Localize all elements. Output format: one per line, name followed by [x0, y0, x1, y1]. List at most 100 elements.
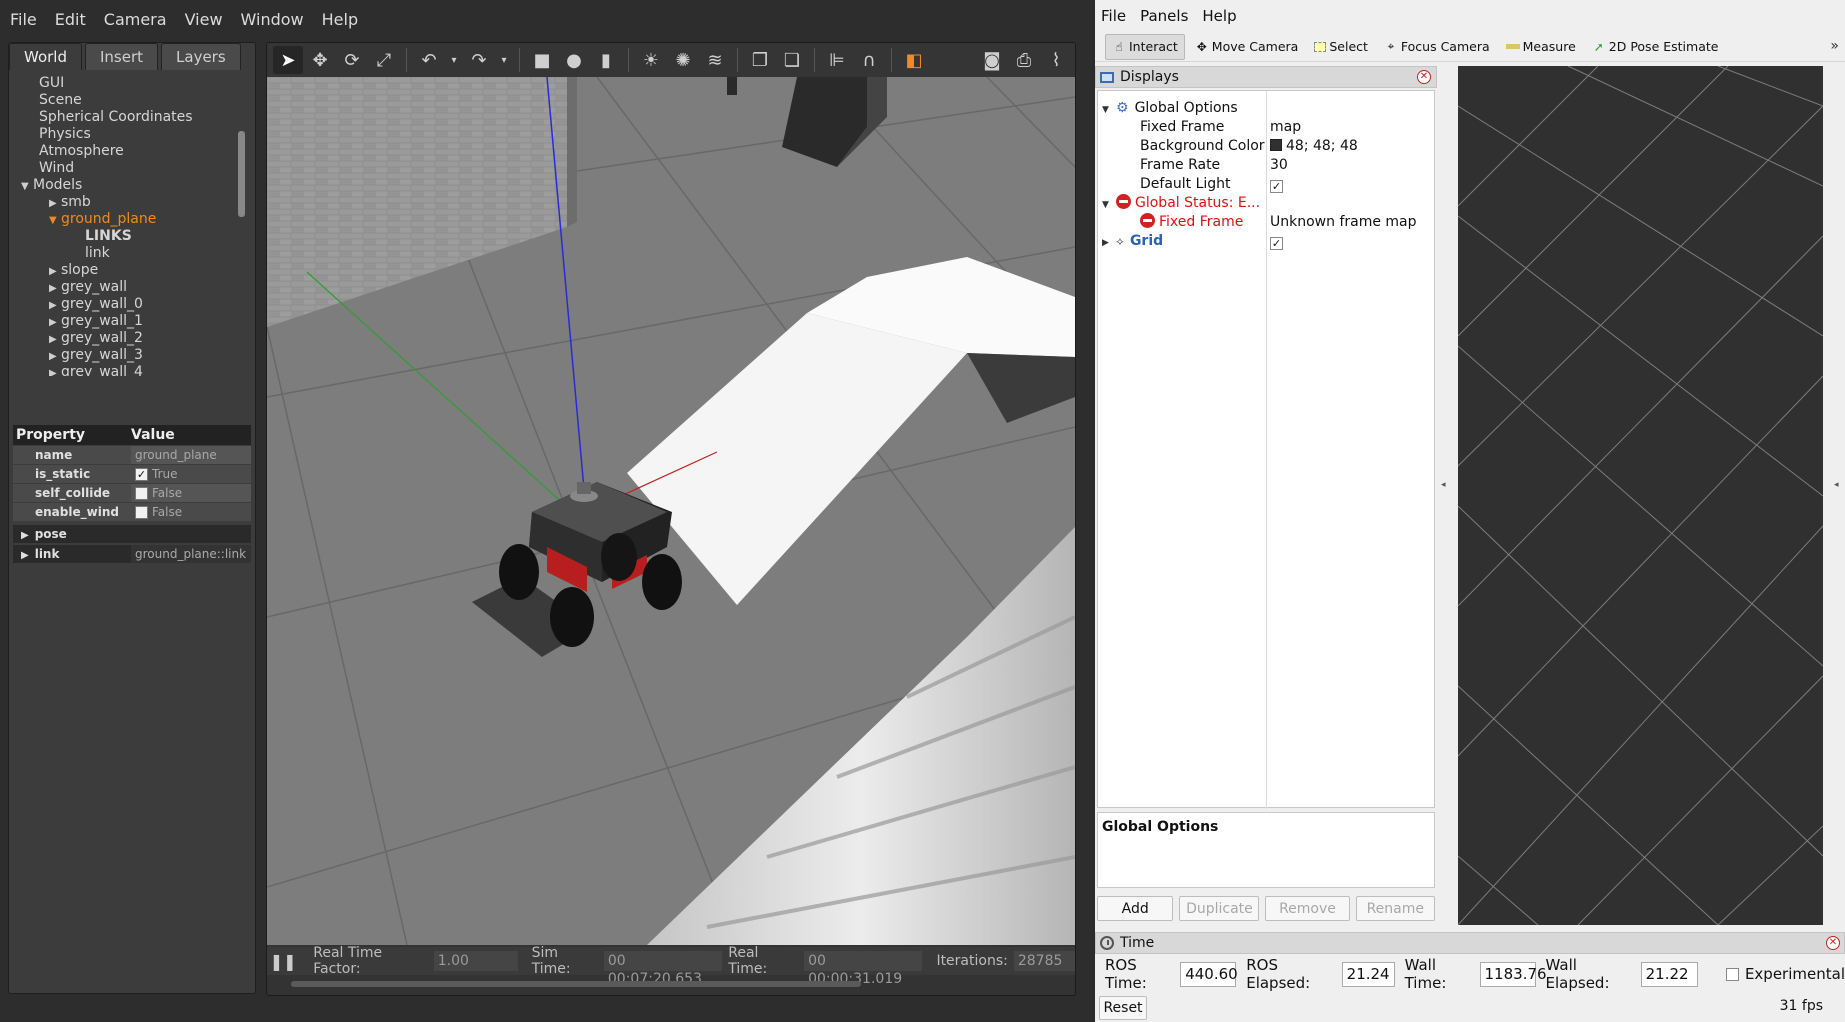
collapse-arrow-icon[interactable]: ▶: [49, 314, 61, 331]
tree-item-grey-wall-1[interactable]: ▶ grey_wall_1: [49, 313, 143, 330]
splitter-left-arrow-icon[interactable]: ◂: [1441, 480, 1446, 490]
menu-file[interactable]: File: [4, 10, 49, 29]
view-angle-icon[interactable]: ◧: [899, 46, 929, 74]
tab-insert[interactable]: Insert: [85, 43, 159, 70]
tree-item-link[interactable]: link: [85, 245, 110, 262]
translate-icon[interactable]: ✥: [305, 46, 335, 74]
tree-item-grey-wall[interactable]: ▶ grey_wall: [49, 279, 127, 296]
rotate-icon[interactable]: ⟳: [337, 46, 367, 74]
default-light-checkbox[interactable]: ✓: [1270, 180, 1283, 193]
collapse-arrow-icon[interactable]: ▶: [49, 297, 61, 314]
measure-tool-button[interactable]: Measure: [1500, 34, 1582, 60]
collapse-arrow-icon[interactable]: ▶: [21, 530, 29, 541]
is-static-checkbox[interactable]: ✓: [135, 467, 148, 481]
collapse-arrow-icon[interactable]: ▶: [49, 365, 61, 376]
tree-item-physics[interactable]: Physics: [39, 126, 91, 143]
align-icon[interactable]: ⊫: [822, 46, 852, 74]
expand-arrow-icon[interactable]: ▼: [49, 212, 61, 229]
screenshot-camera-icon[interactable]: ◙: [977, 46, 1007, 74]
expand-arrow-icon[interactable]: ▼: [1102, 101, 1116, 120]
focus-camera-tool-button[interactable]: ⌖ Focus Camera: [1378, 34, 1496, 60]
property-fixed-frame[interactable]: Fixed Frame: [1140, 118, 1224, 137]
menu-view[interactable]: View: [179, 10, 235, 29]
splitter-right-arrow-icon[interactable]: ◂: [1834, 480, 1839, 490]
tree-item-grey-wall-0[interactable]: ▶ grey_wall_0: [49, 296, 143, 313]
rviz-menu-panels[interactable]: Panels: [1140, 7, 1188, 25]
undo-dropdown-icon[interactable]: ▾: [446, 46, 462, 74]
tree-item-models[interactable]: ▼ Models: [21, 177, 82, 194]
wall-time-field[interactable]: 1183.76: [1479, 961, 1547, 987]
expand-arrow-icon[interactable]: ▼: [21, 178, 33, 195]
tree-item-grey-wall-3[interactable]: ▶ grey_wall_3: [49, 347, 143, 364]
rviz-menu-help[interactable]: Help: [1202, 7, 1236, 25]
select-arrow-icon[interactable]: ➤: [273, 46, 303, 74]
ros-time-field[interactable]: 440.60: [1180, 961, 1238, 987]
redo-dropdown-icon[interactable]: ▾: [496, 46, 512, 74]
snap-magnet-icon[interactable]: ∩: [854, 46, 884, 74]
cylinder-shape-icon[interactable]: ▮: [591, 46, 621, 74]
property-group-pose[interactable]: ▶ pose: [13, 525, 251, 543]
tree-item-gui[interactable]: GUI: [39, 75, 64, 92]
tree-item-ground-plane[interactable]: ▼ ground_plane: [49, 211, 156, 228]
sphere-shape-icon[interactable]: ●: [559, 46, 589, 74]
collapse-arrow-icon[interactable]: ▶: [49, 280, 61, 297]
display-global-options[interactable]: ▼ ⚙ Global Options: [1102, 99, 1238, 118]
tree-item-atmosphere[interactable]: Atmosphere: [39, 143, 124, 160]
property-default-light[interactable]: Default Light: [1140, 175, 1231, 194]
reset-button[interactable]: Reset: [1099, 996, 1147, 1020]
self-collide-checkbox[interactable]: [135, 486, 148, 500]
collapse-arrow-icon[interactable]: ▶: [21, 550, 29, 561]
collapse-arrow-icon[interactable]: ▶: [49, 348, 61, 365]
menu-edit[interactable]: Edit: [49, 10, 98, 29]
tab-layers[interactable]: Layers: [161, 43, 241, 70]
status-scrollbar[interactable]: [291, 981, 861, 987]
gazebo-3d-scene[interactable]: [267, 77, 1075, 945]
fixed-frame-value[interactable]: map: [1270, 118, 1301, 137]
tree-item-grey-wall-4[interactable]: ▶ grey_wall_4: [49, 364, 143, 376]
plot-icon[interactable]: ⌇: [1041, 46, 1071, 74]
toolbar-overflow-icon[interactable]: »: [1830, 38, 1839, 54]
add-display-button[interactable]: Add: [1097, 896, 1174, 921]
directional-light-icon[interactable]: ≋: [700, 46, 730, 74]
tree-item-scene[interactable]: Scene: [39, 92, 82, 109]
display-global-status[interactable]: ▼ Global Status: E...: [1102, 194, 1260, 213]
scale-icon[interactable]: ⤢: [369, 46, 399, 74]
background-color-value[interactable]: 48; 48; 48: [1270, 137, 1358, 156]
rviz-menu-file[interactable]: File: [1101, 7, 1126, 25]
paste-icon[interactable]: ❏: [777, 46, 807, 74]
redo-icon[interactable]: ↷: [464, 46, 494, 74]
property-group-link[interactable]: ▶ link ground_plane::link: [13, 545, 251, 563]
rviz-3d-view[interactable]: [1458, 66, 1823, 925]
point-light-icon[interactable]: ☀: [636, 46, 666, 74]
remove-display-button[interactable]: Remove: [1265, 896, 1350, 921]
display-grid[interactable]: ▶ ⟡ Grid: [1102, 232, 1163, 251]
menu-window[interactable]: Window: [235, 10, 316, 29]
tab-world[interactable]: World: [9, 43, 82, 70]
menu-help[interactable]: Help: [316, 10, 370, 29]
collapse-arrow-icon[interactable]: ▶: [49, 195, 61, 212]
expand-arrow-icon[interactable]: ▼: [1102, 196, 1116, 215]
experimental-checkbox[interactable]: [1725, 967, 1739, 981]
collapse-arrow-icon[interactable]: ▶: [49, 263, 61, 280]
tree-scrollbar[interactable]: [238, 131, 245, 217]
tree-item-spherical-coordinates[interactable]: Spherical Coordinates: [39, 109, 193, 126]
pose-estimate-tool-button[interactable]: ➚ 2D Pose Estimate: [1586, 34, 1725, 60]
close-time-panel-icon[interactable]: ✕: [1826, 936, 1840, 950]
copy-icon[interactable]: ❐: [745, 46, 775, 74]
collapse-arrow-icon[interactable]: ▶: [49, 331, 61, 348]
status-fixed-frame[interactable]: Fixed Frame: [1140, 213, 1243, 232]
ros-elapsed-field[interactable]: 21.24: [1341, 961, 1395, 987]
pause-icon[interactable]: ❚❚: [267, 947, 299, 975]
enable-wind-checkbox[interactable]: [135, 505, 148, 519]
log-record-icon[interactable]: ⎙: [1009, 46, 1039, 74]
tree-item-wind[interactable]: Wind: [39, 160, 74, 177]
undo-icon[interactable]: ↶: [414, 46, 444, 74]
close-displays-icon[interactable]: ✕: [1417, 70, 1431, 84]
grid-enabled-checkbox[interactable]: ✓: [1270, 237, 1283, 250]
select-tool-button[interactable]: Select: [1308, 34, 1374, 60]
tree-item-smb[interactable]: ▶ smb: [49, 194, 91, 211]
duplicate-display-button[interactable]: Duplicate: [1179, 896, 1260, 921]
rename-display-button[interactable]: Rename: [1355, 896, 1435, 921]
menu-camera[interactable]: Camera: [98, 10, 179, 29]
interact-tool-button[interactable]: ☝ Interact: [1105, 33, 1185, 60]
